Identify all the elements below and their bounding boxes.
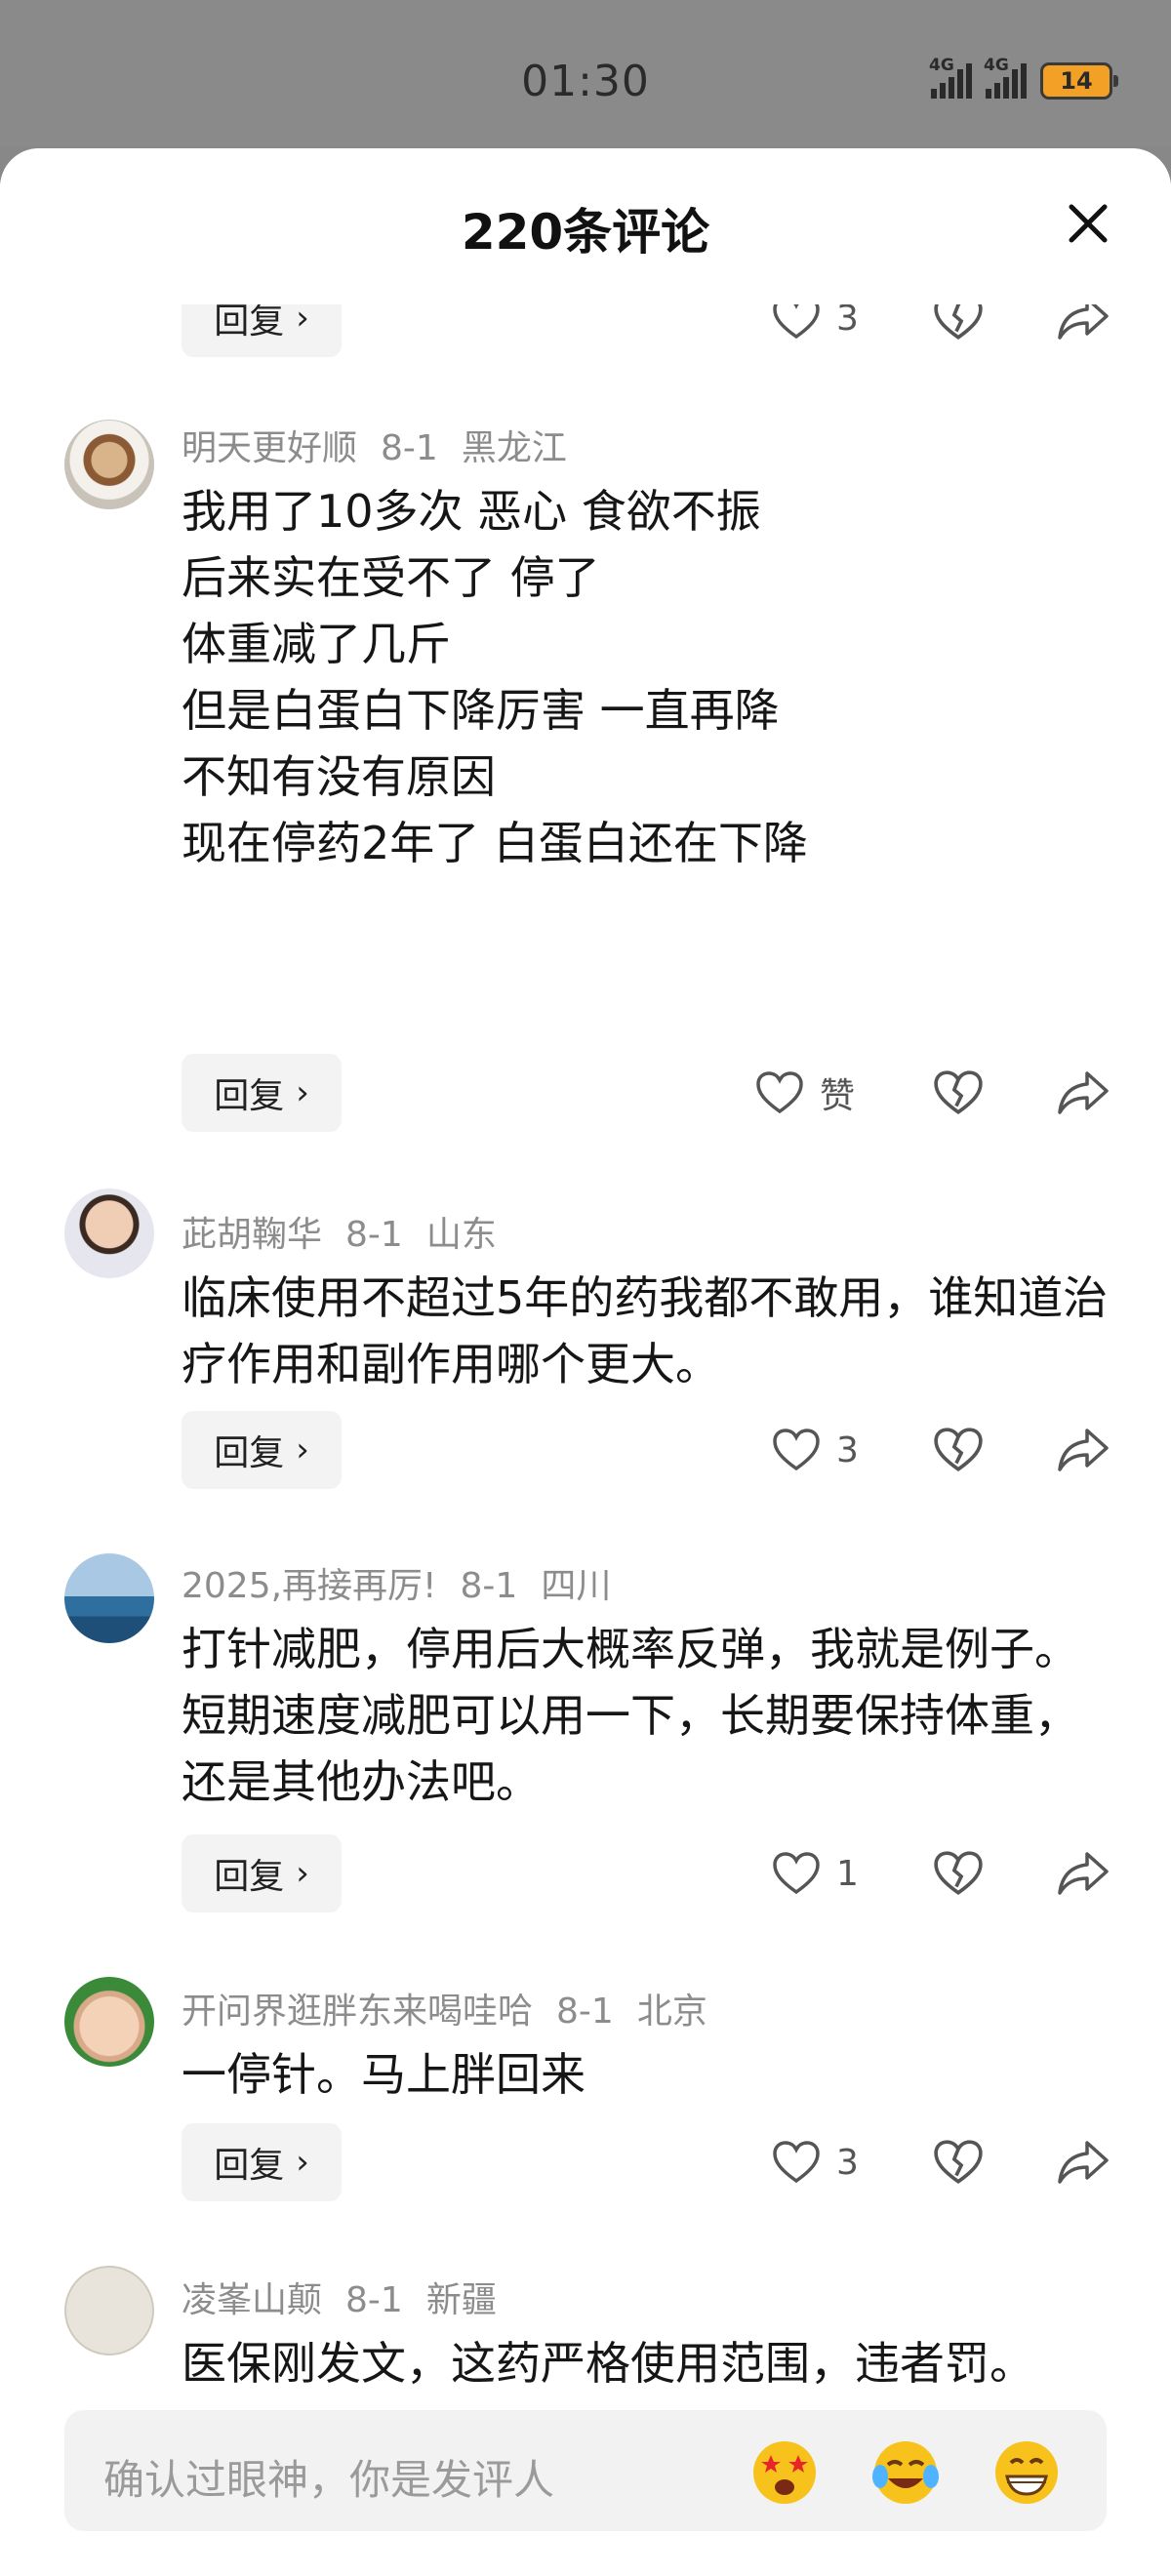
share-icon[interactable]	[1056, 2137, 1110, 2188]
broken-heart-icon[interactable]	[933, 2137, 984, 2188]
comment-text: 临床使用不超过5年的药我都不敢用，谁知道治疗作用和副作用哪个更大。	[182, 1271, 1109, 1390]
comment-input[interactable]: 确认过眼神，你是发评人	[64, 2410, 1107, 2531]
comment-meta: 明天更好顺 8-1 黑龙江	[182, 420, 590, 470]
network-label-1: 4G	[929, 56, 954, 75]
page-title: 220条评论	[461, 204, 710, 261]
comment-actions: 回复 › 3	[182, 2123, 1118, 2201]
close-icon[interactable]	[1064, 199, 1112, 248]
signal-icon-1: 4G	[929, 56, 972, 99]
username[interactable]: 凌峯山颠	[182, 2280, 322, 2320]
comment-item: 2025,再接再厉! 8-1 四川 打针减肥，停用后大概率反弹，我就是例子。短期速度…	[0, 1548, 1171, 1840]
comment-date: 8-1	[556, 1992, 614, 2032]
network-label-2: 4G	[984, 56, 1009, 75]
username[interactable]: 开问界逛胖东来喝哇哈	[182, 1992, 533, 2032]
broken-heart-icon[interactable]	[933, 1848, 984, 1899]
username[interactable]: 明天更好顺	[182, 428, 357, 468]
comment-item: 明天更好顺 8-1 黑龙江 我用了10多次 恶心 食欲不振 后来实在受不了 停了 体…	[0, 410, 1171, 869]
crying-laughing-emoji-icon[interactable]	[868, 2434, 943, 2508]
like-count: 3	[836, 1429, 859, 1470]
like-button[interactable]: 1	[772, 1848, 918, 1899]
comment-location: 新疆	[425, 2280, 497, 2320]
heart-icon	[773, 2141, 820, 2184]
comment-text: 打针减肥，停用后大概率反弹，我就是例子。短期速度减肥可以用一下，长期要保持体重，…	[182, 1623, 1079, 1808]
share-icon[interactable]	[1056, 1425, 1110, 1475]
broken-heart-icon[interactable]	[933, 1425, 984, 1475]
star-eyes-emoji-icon[interactable]	[747, 2434, 822, 2508]
reply-label: 回复	[214, 2146, 285, 2186]
comment-date: 8-1	[345, 2280, 403, 2320]
comment-location: 山东	[425, 1215, 497, 1255]
like-count: 3	[836, 2142, 859, 2183]
avatar[interactable]	[64, 1553, 154, 1643]
chevron-right-icon: ›	[296, 299, 309, 338]
comment-date: 8-1	[460, 1566, 518, 1606]
comment-item: 茈胡鞠华 8-1 山东 临床使用不超过5年的药我都不敢用，谁知道治疗作用和副作用哪个…	[0, 1196, 1171, 1430]
comment-actions: 回复 › 1	[182, 1834, 1118, 1912]
comment-list[interactable]: 回复 › 3 明天更好顺 8-1 黑龙江 我用了10多次 恶心 食欲不振 后来实在受不…	[0, 148, 1171, 2393]
comment-meta: 2025,再接再厉! 8-1 四川	[182, 1557, 634, 1608]
comment-meta: 凌峯山颠 8-1 新疆	[182, 2272, 520, 2322]
avatar[interactable]	[64, 1977, 154, 2067]
comment-meta: 茈胡鞠华 8-1 山东	[182, 1206, 520, 1257]
like-button[interactable]: 3	[772, 1425, 918, 1475]
comment-item: 开问界逛胖东来喝哇哈 8-1 北京 一停针。马上胖回来	[0, 1973, 1171, 2129]
reply-button[interactable]: 回复 ›	[182, 1411, 342, 1489]
comments-sheet: 回复 › 3 明天更好顺 8-1 黑龙江 我用了10多次 恶心 食欲不振 后来实在受不…	[0, 148, 1171, 2576]
comment-date: 8-1	[381, 428, 438, 468]
comment-text: 我用了10多次 恶心 食欲不振 后来实在受不了 停了 体重减了几斤 但是白蛋白下…	[182, 485, 808, 869]
reply-button[interactable]: 回复 ›	[182, 2123, 342, 2201]
like-count: 1	[836, 1853, 859, 1894]
battery-level: 14	[1060, 67, 1093, 95]
heart-icon	[773, 1429, 820, 1471]
battery-icon: 14	[1040, 62, 1118, 100]
chevron-right-icon: ›	[296, 1854, 309, 1893]
comment-location: 北京	[636, 1992, 707, 2032]
comment-actions: 回复 › 3	[182, 1411, 1118, 1489]
username[interactable]: 茈胡鞠华	[182, 1215, 322, 1255]
comment-item: 凌峯山颠 8-1 新疆 医保刚发文，这药严格使用范围，违者罚。	[0, 2262, 1171, 2393]
comment-location: 黑龙江	[461, 428, 567, 468]
status-bar: 01:30 4G 4G 14	[0, 0, 1171, 146]
chevron-right-icon: ›	[296, 2143, 309, 2182]
share-icon[interactable]	[1056, 1848, 1110, 1899]
reply-button[interactable]: 回复 ›	[182, 1834, 342, 1912]
comment-text: 医保刚发文，这药严格使用范围，违者罚。	[182, 2337, 1034, 2390]
status-icons: 4G 4G 14	[929, 56, 1118, 100]
reply-label: 回复	[214, 1857, 285, 1897]
like-button[interactable]: 3	[772, 2137, 918, 2188]
grinning-emoji-icon[interactable]	[989, 2434, 1064, 2508]
username[interactable]: 2025,再接再厉!	[182, 1566, 437, 1606]
comment-text: 一停针。马上胖回来	[182, 2048, 586, 2101]
comment-date: 8-1	[345, 1215, 403, 1255]
input-placeholder: 确认过眼神，你是发评人	[103, 2456, 555, 2504]
sheet-header: 220条评论	[0, 148, 1171, 304]
signal-icon-2: 4G	[984, 56, 1027, 99]
avatar[interactable]	[64, 2266, 154, 2355]
comment-location: 四川	[541, 1566, 612, 1606]
chevron-right-icon: ›	[296, 1430, 309, 1469]
comment-meta: 开问界逛胖东来喝哇哈 8-1 北京	[182, 1983, 731, 2033]
heart-icon	[773, 1852, 820, 1895]
reply-label: 回复	[214, 1433, 285, 1473]
avatar[interactable]	[64, 420, 154, 509]
